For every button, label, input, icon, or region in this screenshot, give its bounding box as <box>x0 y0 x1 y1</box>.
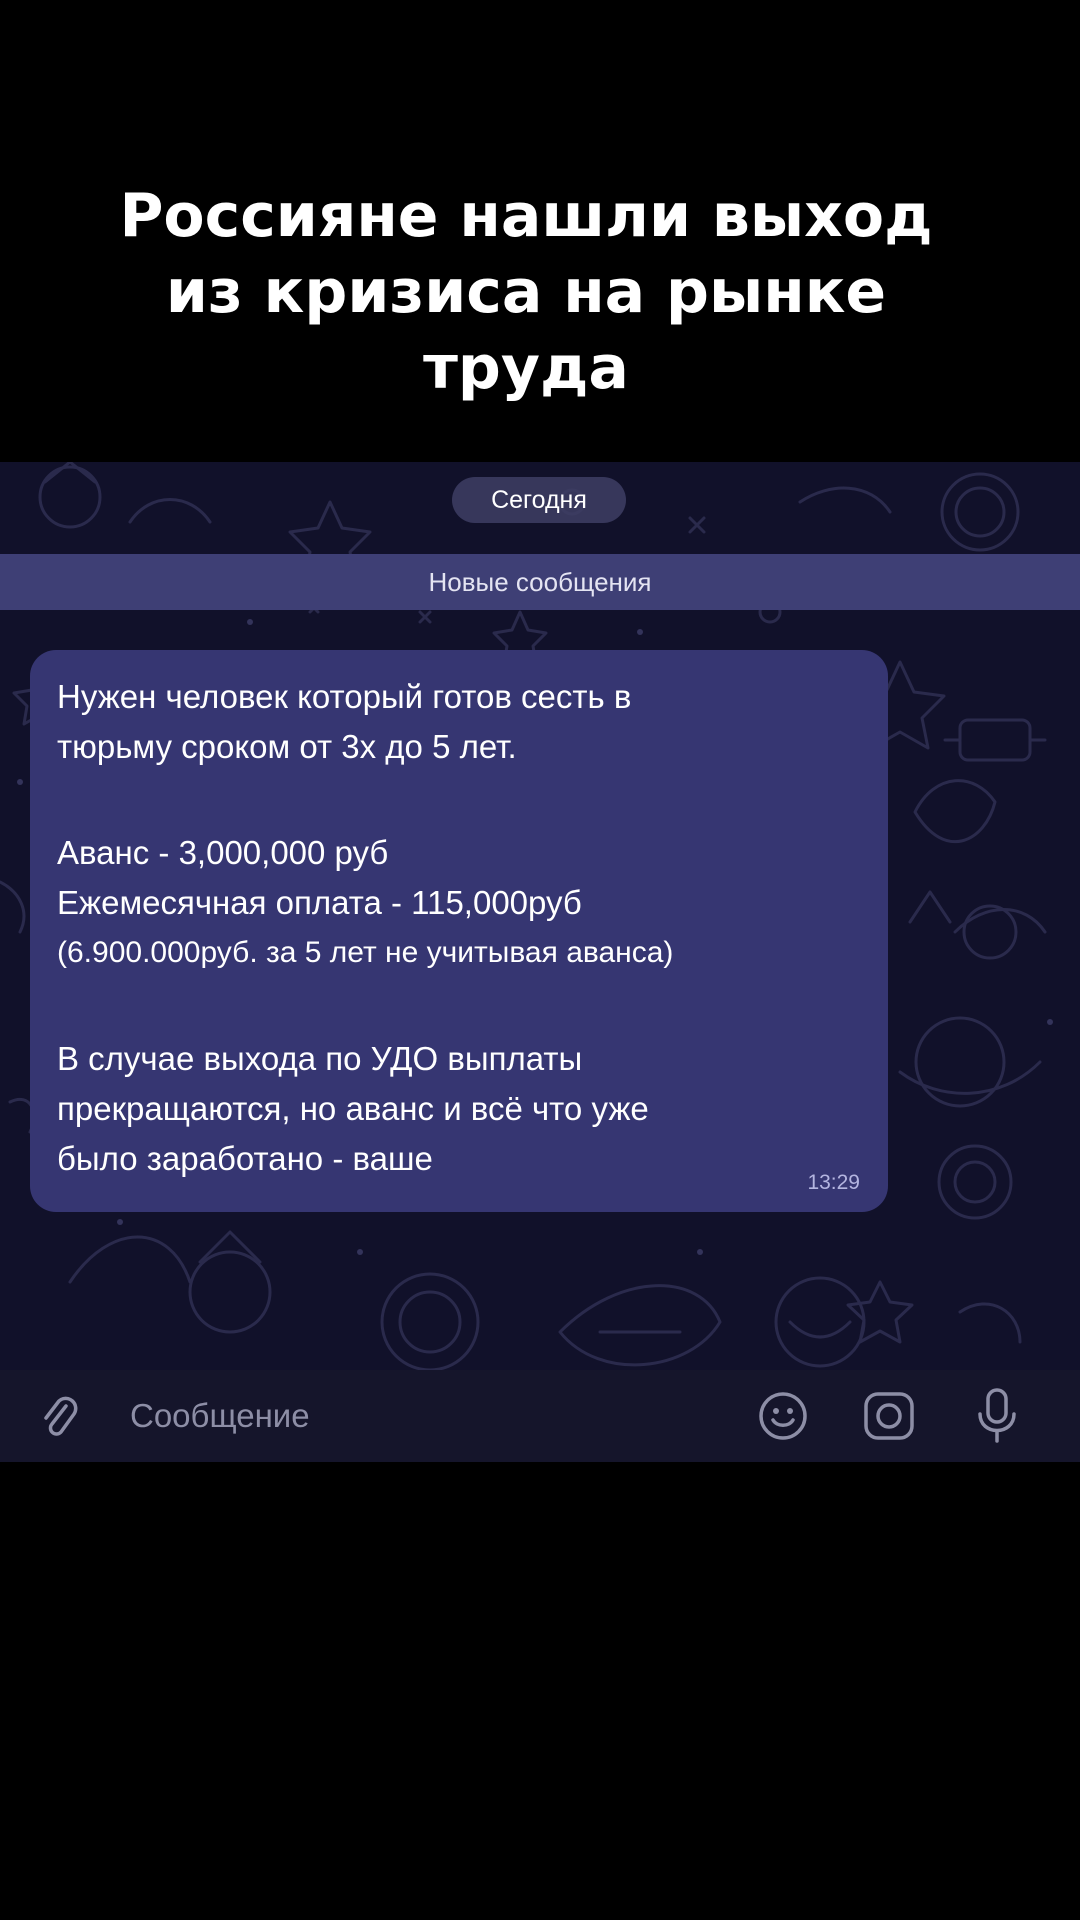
message-text-line: было заработано - ваше <box>57 1140 433 1177</box>
message-text-line: Аванс - 3,000,000 руб <box>57 834 389 871</box>
smiley-icon[interactable] <box>757 1390 809 1442</box>
new-messages-divider: Новые сообщения <box>0 554 1080 610</box>
message-composer <box>0 1370 1080 1462</box>
message-text-line: прекращаются, но аванс и всё что уже <box>57 1090 649 1127</box>
headline-line-1: Россияне нашли выход <box>119 181 933 251</box>
message-text-line: (6.900.000руб. за 5 лет не учитывая аван… <box>57 936 674 969</box>
message-timestamp: 13:29 <box>807 1171 860 1194</box>
message-text-line: Нужен человек который готов сесть в <box>57 678 632 715</box>
microphone-icon[interactable] <box>975 1386 1019 1446</box>
chat-screen: Сегодня Новые сообщения Нужен человек ко… <box>0 462 1080 1462</box>
paperclip-icon[interactable] <box>36 1394 82 1440</box>
message-text-line: В случае выхода по УДО выплаты <box>57 1040 583 1077</box>
message-input[interactable] <box>120 1384 760 1448</box>
message-text-line: тюрьму сроком от 3х до 5 лет. <box>57 728 517 765</box>
video-caption-headline: Россияне нашли выход из кризиса на рынке… <box>0 178 1052 406</box>
headline-line-2: из кризиса на рынке <box>165 257 887 327</box>
camera-icon[interactable] <box>862 1390 916 1442</box>
message-bubble[interactable]: Нужен человек который готов сесть в тюрь… <box>30 650 888 1212</box>
message-text-line: Ежемесячная оплата - 115,000руб <box>57 884 582 921</box>
headline-line-3: труда <box>423 333 629 403</box>
date-separator-pill: Сегодня <box>452 477 626 523</box>
